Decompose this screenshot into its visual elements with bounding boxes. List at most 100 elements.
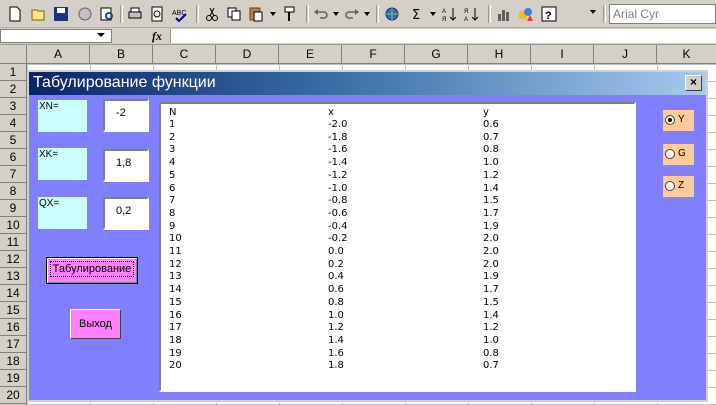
sort-descending-icon[interactable]: ЯA bbox=[464, 6, 480, 22]
list-cell: 0.7 bbox=[483, 131, 499, 143]
list-cell: 7 bbox=[169, 195, 176, 207]
list-cell: -0.2 bbox=[328, 233, 348, 245]
column-header[interactable]: I bbox=[531, 45, 594, 63]
close-button[interactable]: × bbox=[685, 75, 702, 91]
list-cell: 2.0 bbox=[483, 246, 499, 257]
name-box-dropdown-icon[interactable] bbox=[97, 33, 105, 37]
open-icon[interactable] bbox=[31, 6, 47, 22]
list-cell: 0.6 bbox=[328, 284, 344, 296]
autosum-icon[interactable]: Σ bbox=[410, 6, 426, 22]
list-cell: 0.7 bbox=[483, 360, 499, 372]
print-icon[interactable] bbox=[127, 6, 143, 22]
row-header[interactable]: 13 bbox=[0, 268, 26, 285]
row-header[interactable]: 18 bbox=[0, 353, 26, 370]
paste-icon[interactable] bbox=[248, 6, 264, 22]
xk-input[interactable]: 1,8 bbox=[103, 149, 149, 182]
row-header[interactable]: 8 bbox=[0, 183, 26, 200]
column-header[interactable]: K bbox=[657, 45, 716, 63]
format-painter-icon[interactable] bbox=[281, 6, 297, 22]
row-header[interactable]: 15 bbox=[0, 302, 26, 319]
column-header[interactable]: B bbox=[90, 45, 153, 63]
radio-g[interactable] bbox=[665, 149, 675, 159]
row-header-bar: 1 2 3 4 5 6 7 8 9 10 11 12 13 14 15 16 17 18 19 20 bbox=[0, 64, 27, 405]
exit-button[interactable]: Выход bbox=[70, 309, 121, 339]
list-cell: -1.8 bbox=[328, 131, 348, 143]
print-preview2-icon[interactable] bbox=[149, 6, 165, 22]
tabulate-button[interactable]: Табулирование bbox=[46, 257, 138, 284]
row-header[interactable]: 4 bbox=[0, 115, 26, 132]
xn-input[interactable]: -2 bbox=[103, 99, 149, 132]
permission-icon[interactable] bbox=[77, 6, 93, 22]
cut-icon[interactable] bbox=[204, 6, 220, 22]
radio-z[interactable] bbox=[665, 181, 675, 191]
list-cell: -0.6 bbox=[328, 207, 348, 219]
row-header[interactable]: 17 bbox=[0, 336, 26, 353]
row-header[interactable]: 11 bbox=[0, 234, 26, 251]
list-cell: 1.0 bbox=[328, 309, 344, 321]
spelling-icon[interactable]: ABC bbox=[172, 6, 188, 22]
row-header[interactable]: 10 bbox=[0, 217, 26, 234]
font-name-combobox[interactable]: Arial Cyr bbox=[609, 4, 716, 24]
list-cell: -0.8 bbox=[328, 195, 348, 207]
xn-label: XN= bbox=[38, 100, 87, 132]
row-header[interactable]: 5 bbox=[0, 132, 26, 149]
list-cell: 1.7 bbox=[483, 284, 499, 296]
toolbar-options-icon[interactable] bbox=[590, 10, 596, 14]
list-cell: y bbox=[483, 107, 489, 118]
help-icon[interactable]: ? bbox=[541, 6, 557, 22]
sort-ascending-icon[interactable]: AЯ bbox=[442, 6, 458, 22]
svg-text:Я: Я bbox=[442, 17, 446, 22]
tabulate-button-label: Табулирование bbox=[49, 261, 135, 277]
select-all-corner[interactable] bbox=[0, 45, 27, 63]
row-header[interactable]: 14 bbox=[0, 285, 26, 302]
row-header[interactable]: 16 bbox=[0, 319, 26, 336]
list-cell: -1.0 bbox=[328, 182, 348, 194]
insert-function-button[interactable]: fx bbox=[152, 29, 162, 44]
column-header[interactable]: C bbox=[153, 45, 216, 63]
option-y[interactable]: Y bbox=[663, 110, 694, 131]
option-z[interactable]: Z bbox=[663, 176, 694, 197]
option-g[interactable]: G bbox=[663, 144, 694, 165]
column-header[interactable]: F bbox=[342, 45, 405, 63]
chart-wizard-icon[interactable] bbox=[496, 6, 512, 22]
drawing-icon[interactable] bbox=[518, 6, 534, 22]
row-header[interactable]: 7 bbox=[0, 166, 26, 183]
new-icon[interactable] bbox=[7, 6, 23, 22]
column-header[interactable]: A bbox=[27, 45, 90, 63]
column-header[interactable]: E bbox=[279, 45, 342, 63]
row-header[interactable]: 20 bbox=[0, 387, 26, 404]
dialog-titlebar[interactable]: Табулирование функции × bbox=[29, 72, 706, 95]
redo-icon[interactable] bbox=[344, 6, 360, 22]
results-listbox[interactable]: Nx y 1 -2.0 0.6 2 -1.8 0.7 3 -1.6 0.8 4 -1.4 1.0 5 -1.2… bbox=[159, 102, 636, 392]
list-cell: 2.0 bbox=[483, 258, 499, 270]
list-cell: 1.0 bbox=[483, 157, 499, 169]
list-cell: 1.2 bbox=[483, 322, 499, 334]
column-header[interactable]: J bbox=[594, 45, 657, 63]
row-header[interactable]: 9 bbox=[0, 200, 26, 217]
row-header[interactable]: 1 bbox=[0, 64, 26, 81]
list-cell: 6 bbox=[169, 182, 176, 194]
svg-text:A: A bbox=[442, 9, 446, 15]
svg-text:A: A bbox=[464, 17, 468, 22]
column-header[interactable]: D bbox=[216, 45, 279, 63]
qx-label: QX= bbox=[38, 197, 87, 229]
print-preview-icon[interactable] bbox=[99, 6, 115, 22]
copy-icon[interactable] bbox=[226, 6, 242, 22]
row-header[interactable]: 2 bbox=[0, 81, 26, 98]
column-header[interactable]: H bbox=[468, 45, 531, 63]
qx-input[interactable]: 0,2 bbox=[103, 197, 149, 230]
list-cell: 14 bbox=[169, 284, 182, 296]
save-icon[interactable] bbox=[53, 6, 69, 22]
list-cell: 1.4 bbox=[328, 334, 344, 346]
row-header[interactable]: 19 bbox=[0, 370, 26, 387]
radio-y[interactable] bbox=[665, 115, 675, 125]
column-header[interactable]: G bbox=[405, 45, 468, 63]
row-header[interactable]: 12 bbox=[0, 251, 26, 268]
row-header[interactable]: 3 bbox=[0, 98, 26, 115]
hyperlink-icon[interactable] bbox=[384, 6, 400, 22]
formula-input[interactable] bbox=[170, 29, 716, 43]
undo-icon[interactable] bbox=[313, 6, 329, 22]
name-box[interactable] bbox=[0, 29, 112, 43]
row-header[interactable]: 6 bbox=[0, 149, 26, 166]
list-cell: 0.6 bbox=[483, 119, 499, 130]
